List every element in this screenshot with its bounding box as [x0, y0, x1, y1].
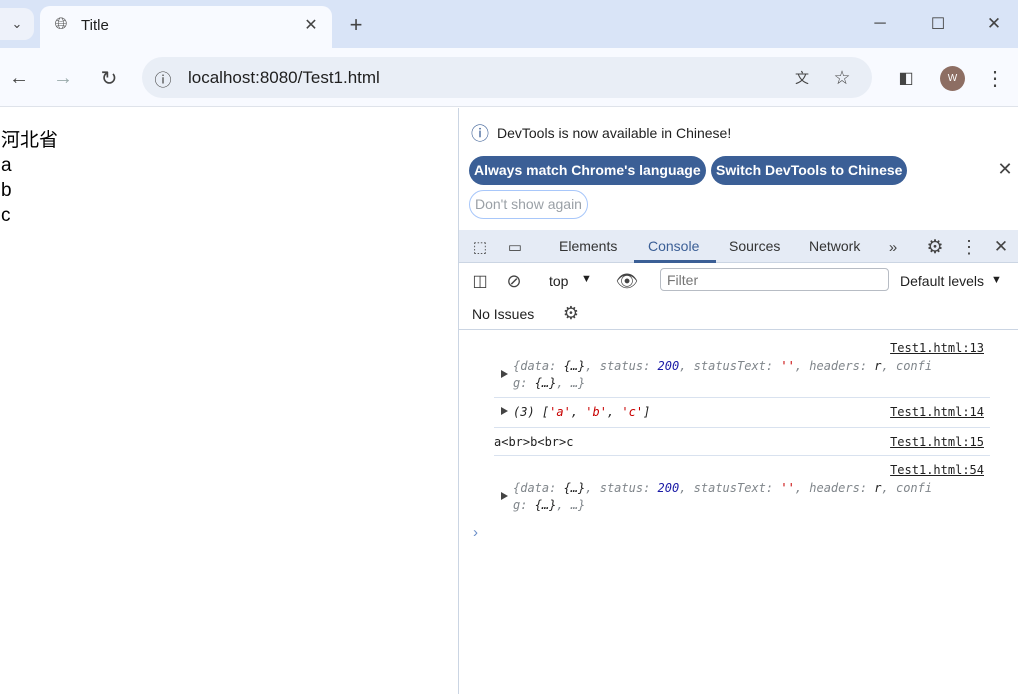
- console-prompt-icon[interactable]: ›: [473, 524, 478, 541]
- settings-gear-icon[interactable]: ⚙: [923, 235, 947, 259]
- back-icon[interactable]: ←: [6, 65, 32, 91]
- divider: [494, 397, 990, 398]
- inspect-element-icon[interactable]: ⬚: [469, 236, 491, 258]
- context-dropdown-icon[interactable]: ▼: [581, 273, 592, 285]
- avatar[interactable]: W: [940, 66, 965, 91]
- source-link[interactable]: Test1.html:13: [890, 341, 984, 355]
- filter-input[interactable]: [660, 268, 889, 291]
- menu-icon[interactable]: ⋮: [983, 65, 1007, 91]
- maximize-icon[interactable]: ☐: [924, 12, 952, 36]
- expand-triangle-icon[interactable]: [501, 407, 508, 415]
- log-levels-dropdown[interactable]: Default levels: [900, 273, 984, 289]
- console-array[interactable]: (3) ['a', 'b', 'c']: [513, 405, 650, 419]
- dont-show-again-button[interactable]: Don't show again: [469, 190, 588, 219]
- devtools-tabbar: ⬚ ▭ Elements Console Sources Network » ⚙…: [459, 230, 1018, 263]
- levels-dropdown-icon[interactable]: ▼: [991, 274, 1002, 286]
- tab-title: Title: [81, 17, 109, 34]
- tab-network[interactable]: Network: [809, 238, 860, 254]
- page-line: b: [1, 180, 12, 201]
- info-icon: ⓘ: [471, 124, 489, 144]
- translate-icon[interactable]: 文: [790, 66, 814, 90]
- divider: [459, 329, 1018, 330]
- console-settings-gear-icon[interactable]: ⚙: [560, 302, 582, 324]
- url-text[interactable]: localhost:8080/Test1.html: [188, 68, 380, 88]
- divider: [494, 427, 990, 428]
- close-window-icon[interactable]: ✕: [980, 12, 1008, 36]
- expand-triangle-icon[interactable]: [501, 370, 508, 378]
- minimize-icon[interactable]: ─: [866, 12, 894, 36]
- close-devtools-icon[interactable]: ✕: [989, 235, 1013, 259]
- browser-tab[interactable]: 🌐︎ Title ✕: [40, 6, 332, 48]
- device-toolbar-icon[interactable]: ▭: [503, 236, 527, 258]
- expand-triangle-icon[interactable]: [501, 492, 508, 500]
- tab-search-chevron-icon[interactable]: ⌄: [0, 8, 34, 40]
- console-string: a<br>b<br>c: [494, 435, 574, 449]
- context-selector[interactable]: top: [549, 273, 568, 289]
- page-line: c: [1, 205, 11, 226]
- live-expression-eye-icon[interactable]: 👁︎: [614, 270, 640, 292]
- side-panel-icon[interactable]: ◧: [893, 65, 919, 91]
- close-infobar-icon[interactable]: ✕: [994, 158, 1016, 180]
- site-info-icon[interactable]: ⓘ: [151, 66, 175, 90]
- sidebar-toggle-icon[interactable]: ◫: [469, 270, 491, 292]
- address-bar[interactable]: ⓘ localhost:8080/Test1.html 文 ☆: [142, 57, 872, 98]
- issues-counter[interactable]: No Issues: [472, 306, 534, 322]
- page-content: 河北省 a b c: [0, 108, 458, 694]
- source-link[interactable]: Test1.html:54: [890, 463, 984, 477]
- reload-icon[interactable]: ↻: [96, 65, 122, 91]
- source-link[interactable]: Test1.html:15: [890, 435, 984, 449]
- more-tabs-icon[interactable]: »: [883, 236, 903, 258]
- forward-icon[interactable]: →: [50, 65, 76, 91]
- clear-console-icon[interactable]: ⊘: [503, 270, 525, 292]
- tab-elements[interactable]: Elements: [559, 238, 617, 254]
- tab-console[interactable]: Console: [648, 238, 699, 254]
- bookmark-star-icon[interactable]: ☆: [830, 66, 854, 90]
- console-object[interactable]: {data: {…}, status: 200, statusText: '',…: [513, 480, 993, 514]
- switch-to-chinese-button[interactable]: Switch DevTools to Chinese: [711, 156, 908, 185]
- active-tab-indicator: [634, 260, 716, 263]
- divider: [494, 455, 990, 456]
- tab-strip: ⌄ 🌐︎ Title ✕ + ─ ☐ ✕: [0, 0, 1018, 48]
- page-line: 河北省: [1, 130, 59, 151]
- tab-sources[interactable]: Sources: [729, 238, 780, 254]
- page-line: a: [1, 155, 12, 176]
- infobar-message: DevTools is now available in Chinese!: [497, 125, 732, 141]
- close-tab-icon[interactable]: ✕: [300, 14, 322, 36]
- console-object[interactable]: {data: {…}, status: 200, statusText: '',…: [513, 358, 993, 392]
- globe-icon: 🌐︎: [54, 16, 68, 33]
- source-link[interactable]: Test1.html:14: [890, 405, 984, 419]
- new-tab-icon[interactable]: +: [343, 12, 369, 38]
- more-options-icon[interactable]: ⋮: [959, 235, 979, 259]
- devtools-panel: ⓘ DevTools is now available in Chinese! …: [458, 108, 1018, 694]
- always-match-language-button[interactable]: Always match Chrome's language: [469, 156, 706, 185]
